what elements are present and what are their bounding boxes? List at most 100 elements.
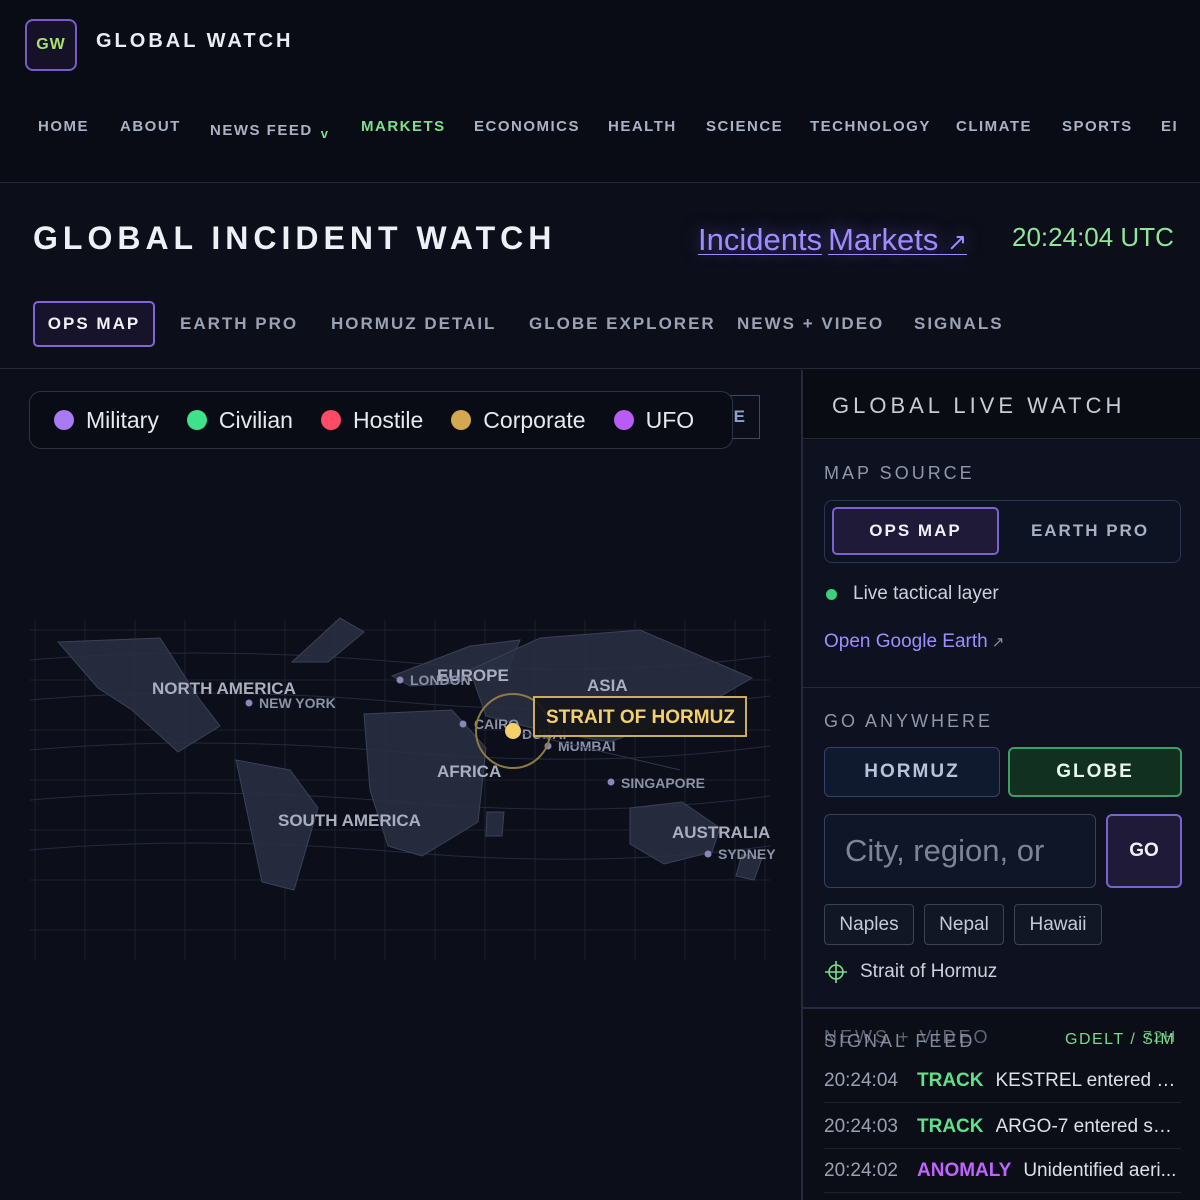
incidents-link[interactable]: Incidents xyxy=(698,222,822,257)
map-legend: Military Civilian Hostile Corporate UFO xyxy=(29,391,733,449)
panel-header: GLOBAL LIVE WATCH xyxy=(803,370,1200,439)
open-google-earth-label: Open Google Earth xyxy=(824,631,988,652)
hormuz-button[interactable]: HORMUZ xyxy=(824,747,1000,797)
tab-ops-map[interactable]: OPS MAP xyxy=(33,301,155,347)
source-earth-pro-button[interactable]: EARTH PRO xyxy=(1005,507,1175,555)
tab-signals[interactable]: SIGNALS xyxy=(914,301,1004,347)
markets-link-label: Markets xyxy=(828,222,939,257)
city-london: LONDON xyxy=(410,672,471,688)
feed-time: 20:24:03 xyxy=(824,1115,898,1137)
focus-marker-icon[interactable] xyxy=(505,723,521,739)
title-bar: GLOBAL INCIDENT WATCH Incidents Markets ↗… xyxy=(0,184,1200,369)
nav-news-feed[interactable]: NEWS FEED v xyxy=(210,122,330,141)
location-search-input[interactable]: City, region, or xyxy=(824,814,1096,888)
feed-message: Unidentified aeri... xyxy=(1023,1159,1177,1181)
tab-earth-pro[interactable]: EARTH PRO xyxy=(180,301,298,347)
current-target-label: Strait of Hormuz xyxy=(860,961,998,982)
nav-economics[interactable]: ECONOMICS xyxy=(474,118,580,135)
city-new-york: NEW YORK xyxy=(259,695,336,711)
city-sydney: SYDNEY xyxy=(718,846,776,862)
live-status-dot-icon xyxy=(826,588,837,600)
feed-row[interactable]: 20:24:03 TRACK ARGO-7 entered shi... xyxy=(824,1105,1181,1149)
chip-naples[interactable]: Naples xyxy=(824,904,914,945)
external-link-icon: ↗ xyxy=(991,634,1005,651)
continent-greenland[interactable] xyxy=(290,617,365,663)
source-ops-map-button[interactable]: OPS MAP xyxy=(832,507,999,555)
live-watch-panel: GLOBAL LIVE WATCH MAP SOURCE OPS MAP EAR… xyxy=(801,370,1200,1200)
map-source-label: MAP SOURCE xyxy=(824,463,975,483)
go-button[interactable]: GO xyxy=(1106,814,1182,888)
legend-corporate[interactable]: Corporate xyxy=(451,406,586,434)
feed-row[interactable]: 20:24:04 TRACK KESTREL entered s... xyxy=(824,1059,1181,1103)
feed-kind: ANOMALY xyxy=(917,1159,1012,1181)
globe-button[interactable]: GLOBE xyxy=(1008,747,1182,797)
city-singapore: SINGAPORE xyxy=(621,775,705,791)
utc-clock: 20:24:04 UTC xyxy=(1012,222,1174,252)
chevron-down-icon: v xyxy=(320,126,330,141)
nav-climate[interactable]: CLIMATE xyxy=(956,118,1032,135)
city-london-dot[interactable] xyxy=(396,676,404,684)
ufo-dot-icon xyxy=(613,410,634,430)
legend-ufo-label: UFO xyxy=(645,406,695,433)
layer-status-text: Live tactical layer xyxy=(853,583,999,604)
legend-civilian-label: Civilian xyxy=(218,406,293,433)
feed-kind: TRACK xyxy=(917,1069,984,1091)
map-source-toggle: OPS MAP EARTH PRO xyxy=(824,500,1181,563)
nav-news-feed-label: NEWS FEED xyxy=(210,122,313,139)
legend-military[interactable]: Military xyxy=(54,407,159,434)
signal-feed: NEWS + VIDEO SIGNAL FEED 72H GDELT / SIM… xyxy=(803,1007,1200,1200)
markets-link[interactable]: Markets ↗ xyxy=(828,222,967,257)
tab-globe-explorer[interactable]: GLOBE EXPLORER xyxy=(529,301,716,347)
continents xyxy=(56,617,763,891)
open-google-earth-link[interactable]: Open Google Earth ↗ xyxy=(824,631,1004,653)
go-anywhere-label: GO ANYWHERE xyxy=(824,711,994,731)
city-mumbai: MUMBAI xyxy=(558,738,616,754)
city-singapore-dot[interactable] xyxy=(607,778,615,786)
civilian-dot-icon xyxy=(186,410,207,430)
nav-sports[interactable]: SPORTS xyxy=(1062,118,1133,135)
signal-feed-label: SIGNAL FEED xyxy=(824,1031,976,1051)
hostile-dot-icon xyxy=(320,410,341,430)
external-link-icon: ↗ xyxy=(946,229,968,256)
legend-ufo[interactable]: UFO xyxy=(613,406,695,434)
feed-source-label: GDELT / SIM xyxy=(1065,1031,1176,1048)
city-cairo-dot[interactable] xyxy=(459,720,467,728)
brand-name[interactable]: GLOBAL WATCH xyxy=(96,30,293,53)
ops-map[interactable]: E Military Civilian Hostile Corporate UF… xyxy=(0,370,801,1200)
crosshair-icon xyxy=(825,961,847,983)
nav-about[interactable]: ABOUT xyxy=(120,118,181,135)
legend-hostile[interactable]: Hostile xyxy=(320,407,423,434)
legend-corporate-label: Corporate xyxy=(483,406,586,433)
focus-label: STRAIT OF HORMUZ xyxy=(546,707,735,728)
feed-row[interactable]: 20:24:02 ANOMALY Unidentified aeri... xyxy=(824,1149,1181,1193)
continent-africa[interactable] xyxy=(363,709,487,857)
main-nav: HOME ABOUT NEWS FEED v MARKETS ECONOMICS … xyxy=(0,114,1200,144)
island-madagascar[interactable] xyxy=(485,811,505,837)
nav-overflow[interactable]: EI xyxy=(1161,118,1178,135)
chip-nepal[interactable]: Nepal xyxy=(924,904,1004,945)
feed-kind: TRACK xyxy=(917,1115,984,1137)
top-header: GW GLOBAL WATCH HOME ABOUT NEWS FEED v MA… xyxy=(0,0,1200,183)
logo-badge[interactable]: GW xyxy=(25,19,77,71)
region-south-america: SOUTH AMERICA xyxy=(278,811,421,830)
tab-news-video[interactable]: NEWS + VIDEO xyxy=(737,301,884,347)
nav-health[interactable]: HEALTH xyxy=(608,118,677,135)
map-source-section: MAP SOURCE OPS MAP EARTH PRO Live tactic… xyxy=(803,440,1200,688)
nav-home[interactable]: HOME xyxy=(38,118,89,135)
panel-title: GLOBAL LIVE WATCH xyxy=(832,393,1126,418)
nav-technology[interactable]: TECHNOLOGY xyxy=(810,118,931,135)
world-map[interactable]: NORTH AMERICA EUROPE ASIA AFRICA SOUTH A… xyxy=(0,370,801,1200)
city-sydney-dot[interactable] xyxy=(704,850,712,858)
tab-hormuz-detail[interactable]: HORMUZ DETAIL xyxy=(331,301,496,347)
legend-military-label: Military xyxy=(86,406,159,433)
feed-message: ARGO-7 entered shi... xyxy=(995,1115,1182,1137)
military-dot-icon xyxy=(54,410,74,430)
nav-science[interactable]: SCIENCE xyxy=(706,118,783,135)
region-australia: AUSTRALIA xyxy=(672,823,770,842)
city-new-york-dot[interactable] xyxy=(245,699,253,707)
nav-markets[interactable]: MARKETS xyxy=(361,118,446,135)
legend-civilian[interactable]: Civilian xyxy=(186,406,293,434)
chip-hawaii[interactable]: Hawaii xyxy=(1014,904,1102,945)
layer-status: Live tactical layer xyxy=(824,583,999,605)
current-target[interactable]: Strait of Hormuz xyxy=(824,960,997,984)
